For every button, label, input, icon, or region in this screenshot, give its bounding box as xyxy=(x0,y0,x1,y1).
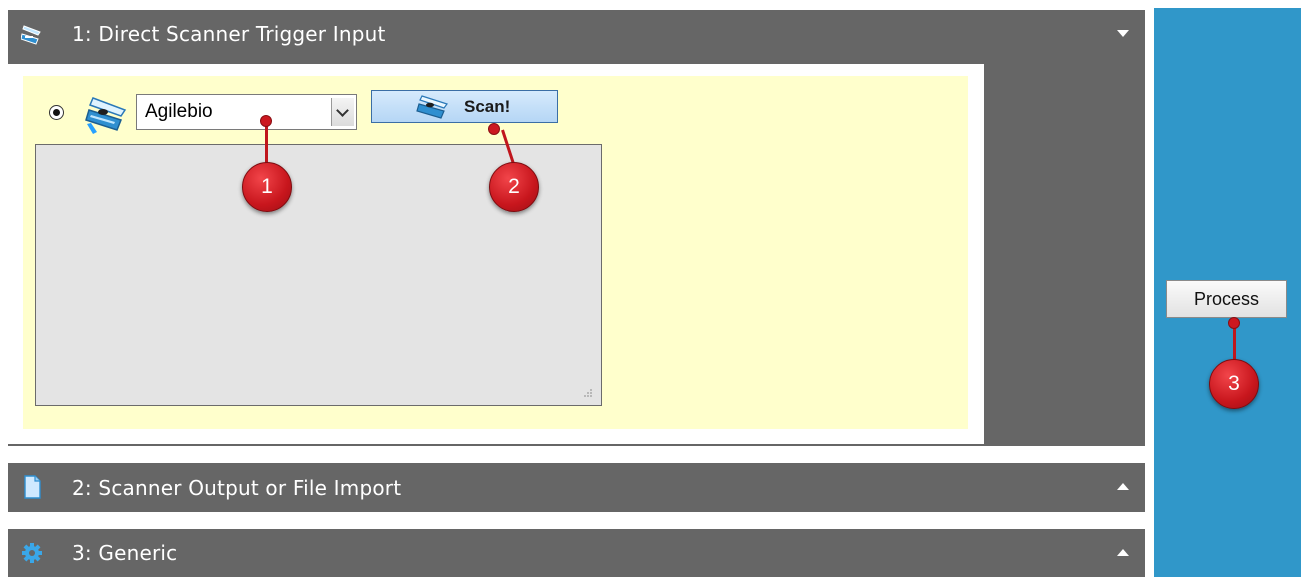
gear-icon xyxy=(22,543,42,563)
action-panel: Process xyxy=(1154,8,1301,577)
callout-badge-1: 1 xyxy=(242,162,292,212)
section-direct-scanner-trigger-input: 1: Direct Scanner Trigger Input Agilebio xyxy=(8,10,1145,446)
callout-1-dot xyxy=(260,115,272,127)
scan-button[interactable]: Scan! xyxy=(371,90,558,123)
callout-2-dot xyxy=(488,123,500,135)
resize-handle-icon[interactable] xyxy=(583,388,593,398)
dropdown-button[interactable] xyxy=(331,98,354,126)
radio-selected-dot xyxy=(53,109,60,116)
scanner-select-value: Agilebio xyxy=(145,101,213,122)
callout-badge-2: 2 xyxy=(489,162,539,212)
scanner-icon xyxy=(85,97,127,134)
chevron-down-icon xyxy=(336,104,349,117)
section-2-title: 2: Scanner Output or File Import xyxy=(72,475,402,500)
callout-3-dot xyxy=(1228,317,1240,329)
section-generic: 3: Generic xyxy=(8,529,1145,577)
scanner-radio-button[interactable] xyxy=(49,105,64,120)
section-scanner-output-or-file-import: 2: Scanner Output or File Import xyxy=(8,463,1145,512)
scan-button-label: Scan! xyxy=(464,96,511,116)
section-3-title: 3: Generic xyxy=(72,541,178,565)
section-3-header[interactable]: 3: Generic xyxy=(8,529,1145,577)
scanner-icon xyxy=(21,25,41,45)
scanner-select[interactable]: Agilebio xyxy=(136,94,357,130)
section-2-header[interactable]: 2: Scanner Output or File Import xyxy=(8,463,1145,512)
document-icon xyxy=(24,475,41,499)
section-1-header[interactable]: 1: Direct Scanner Trigger Input xyxy=(8,10,1145,58)
collapse-arrow-icon[interactable] xyxy=(1117,30,1129,37)
scanner-icon xyxy=(416,95,448,119)
section-1-body: Agilebio Scan! xyxy=(8,64,984,444)
process-button[interactable]: Process xyxy=(1166,280,1287,318)
callout-badge-3: 3 xyxy=(1209,359,1259,409)
section-1-title: 1: Direct Scanner Trigger Input xyxy=(72,22,386,46)
expand-arrow-icon[interactable] xyxy=(1117,483,1129,490)
expand-arrow-icon[interactable] xyxy=(1117,549,1129,556)
